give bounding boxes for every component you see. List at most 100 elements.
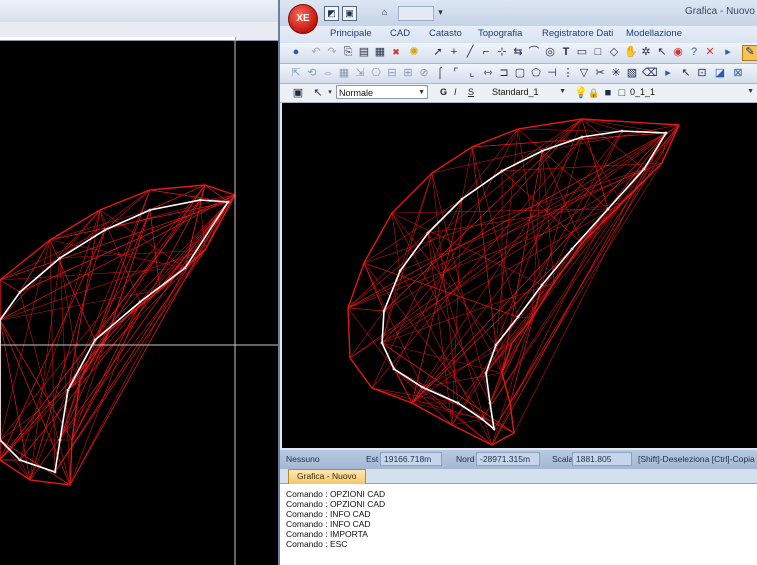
- menu-principale[interactable]: Principale: [330, 28, 372, 39]
- erase-icon[interactable]: ⌫: [642, 67, 658, 79]
- snap-mode-value[interactable]: Nessuno: [286, 454, 320, 464]
- cad-icon[interactable]: ✖: [390, 46, 402, 58]
- survey-point: [53, 470, 57, 474]
- text-tool-icon[interactable]: T: [560, 46, 572, 58]
- circle-tool-icon[interactable]: ◎: [544, 46, 556, 58]
- document-icon[interactable]: ▤: [358, 46, 370, 58]
- pointer-icon[interactable]: ↖: [312, 87, 324, 99]
- binoculars-icon[interactable]: ⌂: [378, 6, 391, 19]
- corner-icon[interactable]: ⌞: [466, 67, 478, 79]
- highlight-tool-icon[interactable]: ✎: [742, 45, 757, 61]
- arc-tool-icon[interactable]: ⌒: [528, 46, 540, 58]
- save-icon[interactable]: ▣: [342, 6, 357, 21]
- properties-icon[interactable]: ▦: [374, 46, 386, 58]
- mirror-icon[interactable]: ⇔: [322, 67, 334, 79]
- color-swatch-icon[interactable]: ■: [602, 87, 614, 99]
- explode-icon[interactable]: ✳: [610, 67, 622, 79]
- mesh-edge: [493, 162, 663, 430]
- menu-cad[interactable]: CAD: [390, 28, 410, 39]
- app-logo-icon[interactable]: XE: [288, 4, 318, 34]
- background-drawing-canvas[interactable]: [0, 40, 280, 565]
- chevron-down-icon[interactable]: ▾: [434, 6, 447, 19]
- layer-box-icon[interactable]: □: [616, 87, 628, 99]
- break-icon[interactable]: ⊘: [418, 67, 430, 79]
- triangle-icon[interactable]: ▽: [578, 67, 590, 79]
- lock-icon[interactable]: 🔒: [588, 87, 600, 99]
- font-select[interactable]: Standard_1 ▼: [484, 85, 568, 99]
- mesh-edge: [411, 132, 667, 404]
- node-tool-icon[interactable]: ⊹: [496, 46, 508, 58]
- diamond-tool-icon[interactable]: ◇: [608, 46, 620, 58]
- array-icon[interactable]: ▦: [338, 67, 350, 79]
- layer-manager-icon[interactable]: ▣: [292, 87, 304, 99]
- mesh-edge: [59, 189, 151, 259]
- copy-icon[interactable]: ⎘: [342, 46, 354, 58]
- chevron-down-icon[interactable]: ▾: [324, 87, 336, 99]
- italic-button[interactable]: I: [454, 87, 457, 97]
- trim-icon[interactable]: ⊟: [386, 67, 398, 79]
- cut-icon[interactable]: ✂: [594, 67, 606, 79]
- line-tool-icon[interactable]: ╱: [464, 46, 476, 58]
- gear-tool-icon[interactable]: ✲: [640, 46, 652, 58]
- chamfer-icon[interactable]: ⌠: [434, 67, 446, 79]
- menu-modellazione[interactable]: Modellazione: [626, 28, 682, 39]
- survey-point: [620, 129, 624, 133]
- quick-access-icon[interactable]: ◩: [324, 6, 339, 21]
- bold-button[interactable]: G: [440, 87, 447, 97]
- overflow2-icon[interactable]: ▸: [662, 67, 674, 79]
- zoom-extents-icon[interactable]: ⊠: [732, 67, 744, 79]
- snap-icon[interactable]: ◪: [714, 67, 726, 79]
- mesh-edge: [347, 208, 609, 309]
- move-icon[interactable]: ⇱: [290, 67, 302, 79]
- hatch-icon[interactable]: ▧: [626, 67, 638, 79]
- join-icon[interactable]: ⊐: [498, 67, 510, 79]
- line-style-select[interactable]: Normale ▼: [336, 85, 428, 99]
- pan-hand-icon[interactable]: ✋: [624, 46, 638, 58]
- rect-edit-icon[interactable]: ▢: [514, 67, 526, 79]
- lightbulb-icon[interactable]: 💡: [574, 87, 588, 99]
- scala-value[interactable]: 1881.805: [572, 452, 632, 466]
- layer-select[interactable]: 0_1_1 ▼: [628, 85, 756, 99]
- gear-icon[interactable]: ✺: [408, 46, 420, 58]
- zoom-window-icon[interactable]: ⊡: [696, 67, 708, 79]
- command-line: Comando : ESC: [286, 539, 348, 549]
- fillet-icon[interactable]: ⌜: [450, 67, 462, 79]
- menu-registratore-dati[interactable]: Registratore Dati: [542, 28, 613, 39]
- command-history-panel[interactable]: Comando : OPZIONI CAD Comando : OPZIONI …: [280, 484, 757, 565]
- survey-point: [58, 438, 62, 442]
- mesh-edge: [0, 239, 51, 441]
- title-bar: ◩ ▣ ⌂ ▾ Grafica - Nuovo: [280, 0, 757, 26]
- pointer-icon[interactable]: ➚: [432, 46, 444, 58]
- undo-icon[interactable]: ↶: [310, 46, 322, 58]
- globe-icon[interactable]: ●: [290, 46, 302, 58]
- polyline-tool-icon[interactable]: ⌐: [480, 46, 492, 58]
- offset-icon[interactable]: ⎔: [370, 67, 382, 79]
- poly-edit-icon[interactable]: ⬠: [530, 67, 542, 79]
- rectangle-tool-icon[interactable]: ▭: [576, 46, 588, 58]
- qa-dropdown[interactable]: [398, 6, 434, 21]
- mesh-edge: [431, 172, 491, 404]
- select-arrow-icon[interactable]: ↖: [656, 46, 668, 58]
- overflow-icon[interactable]: ▸: [722, 46, 734, 58]
- dimension-icon[interactable]: ⇆: [512, 46, 524, 58]
- cross-icon[interactable]: +: [448, 46, 460, 58]
- scale-icon[interactable]: ⇲: [354, 67, 366, 79]
- underline-button[interactable]: S: [468, 87, 474, 97]
- stretch-icon[interactable]: ⇿: [482, 67, 494, 79]
- menu-catasto[interactable]: Catasto: [429, 28, 462, 39]
- terrain-mesh-drawing[interactable]: [282, 103, 757, 448]
- square-tool-icon[interactable]: □: [592, 46, 604, 58]
- help-icon[interactable]: ?: [688, 46, 700, 58]
- close-icon[interactable]: ✕: [704, 46, 716, 58]
- rotate-icon[interactable]: ⟲: [306, 67, 318, 79]
- drawing-canvas[interactable]: [282, 103, 757, 448]
- extend-icon[interactable]: ⊞: [402, 67, 414, 79]
- document-tab[interactable]: Grafica - Nuovo: [288, 469, 366, 484]
- redo-icon[interactable]: ↷: [326, 46, 338, 58]
- mesh-edge: [393, 368, 493, 446]
- record-icon[interactable]: ◉: [672, 46, 684, 58]
- menu-topografia[interactable]: Topografia: [478, 28, 522, 39]
- align-icon[interactable]: ⊣: [546, 67, 558, 79]
- divide-icon[interactable]: ⋮: [562, 67, 574, 79]
- select-icon[interactable]: ↖: [680, 67, 692, 79]
